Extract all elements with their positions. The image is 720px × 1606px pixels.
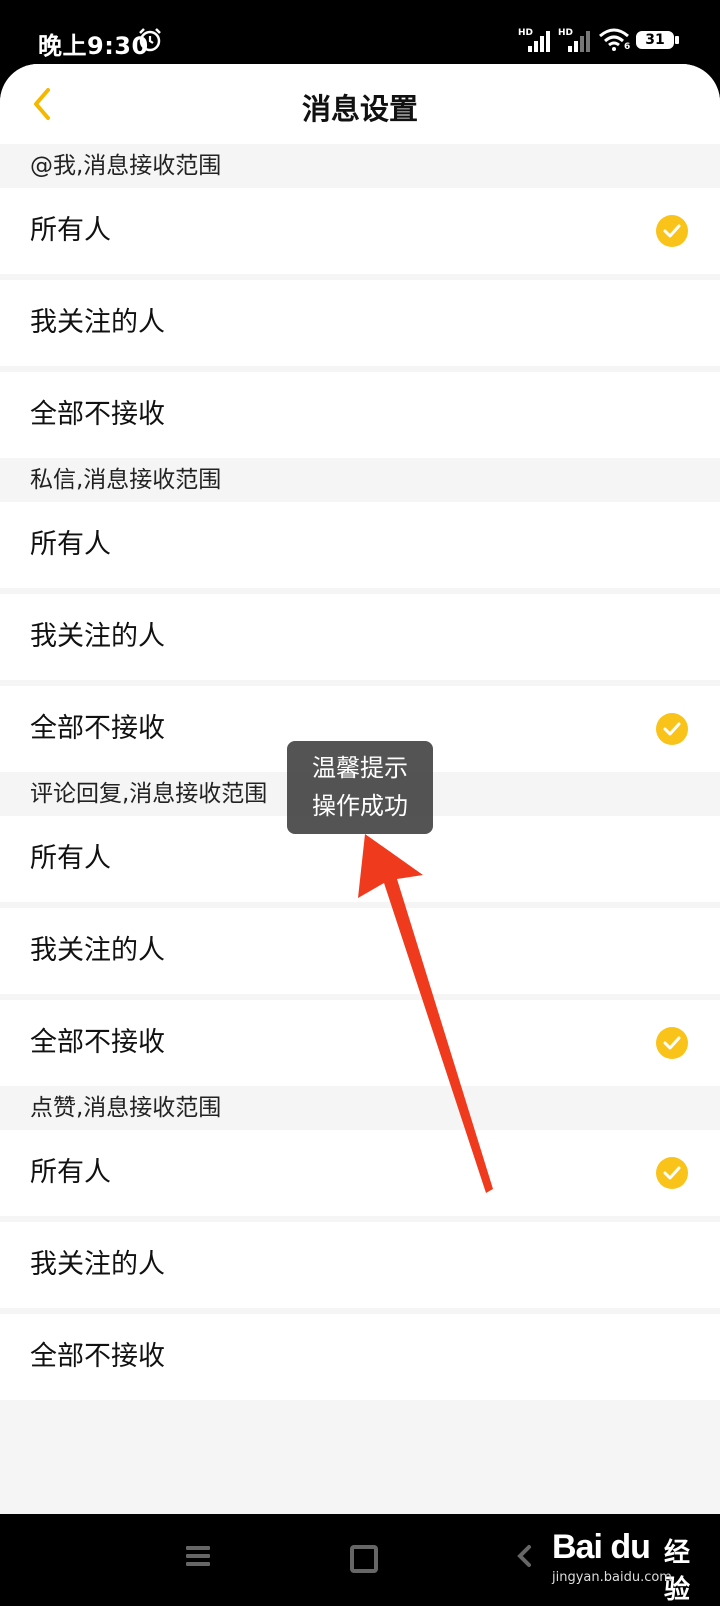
check-icon	[656, 1027, 688, 1059]
option-dm-following[interactable]: 我关注的人	[0, 594, 720, 680]
watermark-site: jingyan.baidu.com	[552, 1570, 672, 1585]
option-mention-following[interactable]: 我关注的人	[0, 280, 720, 366]
cell-signal-icon: HD	[518, 28, 552, 56]
option-label: 我关注的人	[30, 1249, 165, 1280]
watermark-brand: Bai du	[552, 1528, 651, 1566]
watermark-label: 经验	[664, 1538, 691, 1605]
signal-hd-label: HD	[518, 28, 534, 38]
app-header: 消息设置	[0, 64, 720, 145]
baidu-watermark: Bai du 经验 jingyan.baidu.com	[552, 1522, 712, 1605]
battery-level: 31	[636, 31, 674, 49]
page-title: 消息设置	[301, 92, 418, 126]
option-label: 全部不接收	[30, 713, 165, 744]
option-label: 所有人	[30, 1157, 111, 1188]
option-label: 所有人	[30, 529, 111, 560]
option-label: 我关注的人	[30, 307, 165, 338]
toast-notification: 温馨提示 操作成功	[287, 741, 433, 834]
section-header-dm: 私信,消息接收范围	[0, 458, 720, 503]
signal-hd-label-2: HD	[558, 28, 574, 38]
check-icon	[656, 1157, 688, 1189]
toast-title: 温馨提示	[312, 754, 408, 782]
option-like-none[interactable]: 全部不接收	[0, 1314, 720, 1400]
status-time: 晚上9:30	[38, 32, 149, 60]
option-label: 全部不接收	[30, 399, 165, 430]
check-icon	[656, 713, 688, 745]
option-like-following[interactable]: 我关注的人	[0, 1222, 720, 1308]
wifi-icon: 6	[598, 28, 630, 56]
option-label: 所有人	[30, 843, 111, 874]
wifi-badge: 6	[624, 42, 631, 52]
section-header-like: 点赞,消息接收范围	[0, 1086, 720, 1131]
option-label: 我关注的人	[30, 935, 165, 966]
option-label: 全部不接收	[30, 1027, 165, 1058]
option-comment-following[interactable]: 我关注的人	[0, 908, 720, 994]
option-comment-none[interactable]: 全部不接收	[0, 1000, 720, 1086]
toast-message: 操作成功	[312, 792, 408, 820]
nav-back-button[interactable]	[516, 1544, 532, 1568]
option-label: 全部不接收	[30, 1341, 165, 1372]
option-mention-none[interactable]: 全部不接收	[0, 372, 720, 458]
option-dm-everyone[interactable]: 所有人	[0, 502, 720, 588]
option-mention-everyone[interactable]: 所有人	[0, 188, 720, 274]
recent-apps-button[interactable]	[186, 1546, 210, 1566]
home-button[interactable]	[350, 1545, 378, 1573]
check-icon	[656, 215, 688, 247]
section-header-mention: @我,消息接收范围	[0, 144, 720, 189]
option-label: 我关注的人	[30, 621, 165, 652]
cell-signal-icon-2: HD	[558, 28, 592, 56]
option-label: 所有人	[30, 215, 111, 246]
battery-icon: 31	[636, 31, 680, 51]
option-like-everyone[interactable]: 所有人	[0, 1130, 720, 1216]
alarm-icon	[139, 28, 161, 52]
